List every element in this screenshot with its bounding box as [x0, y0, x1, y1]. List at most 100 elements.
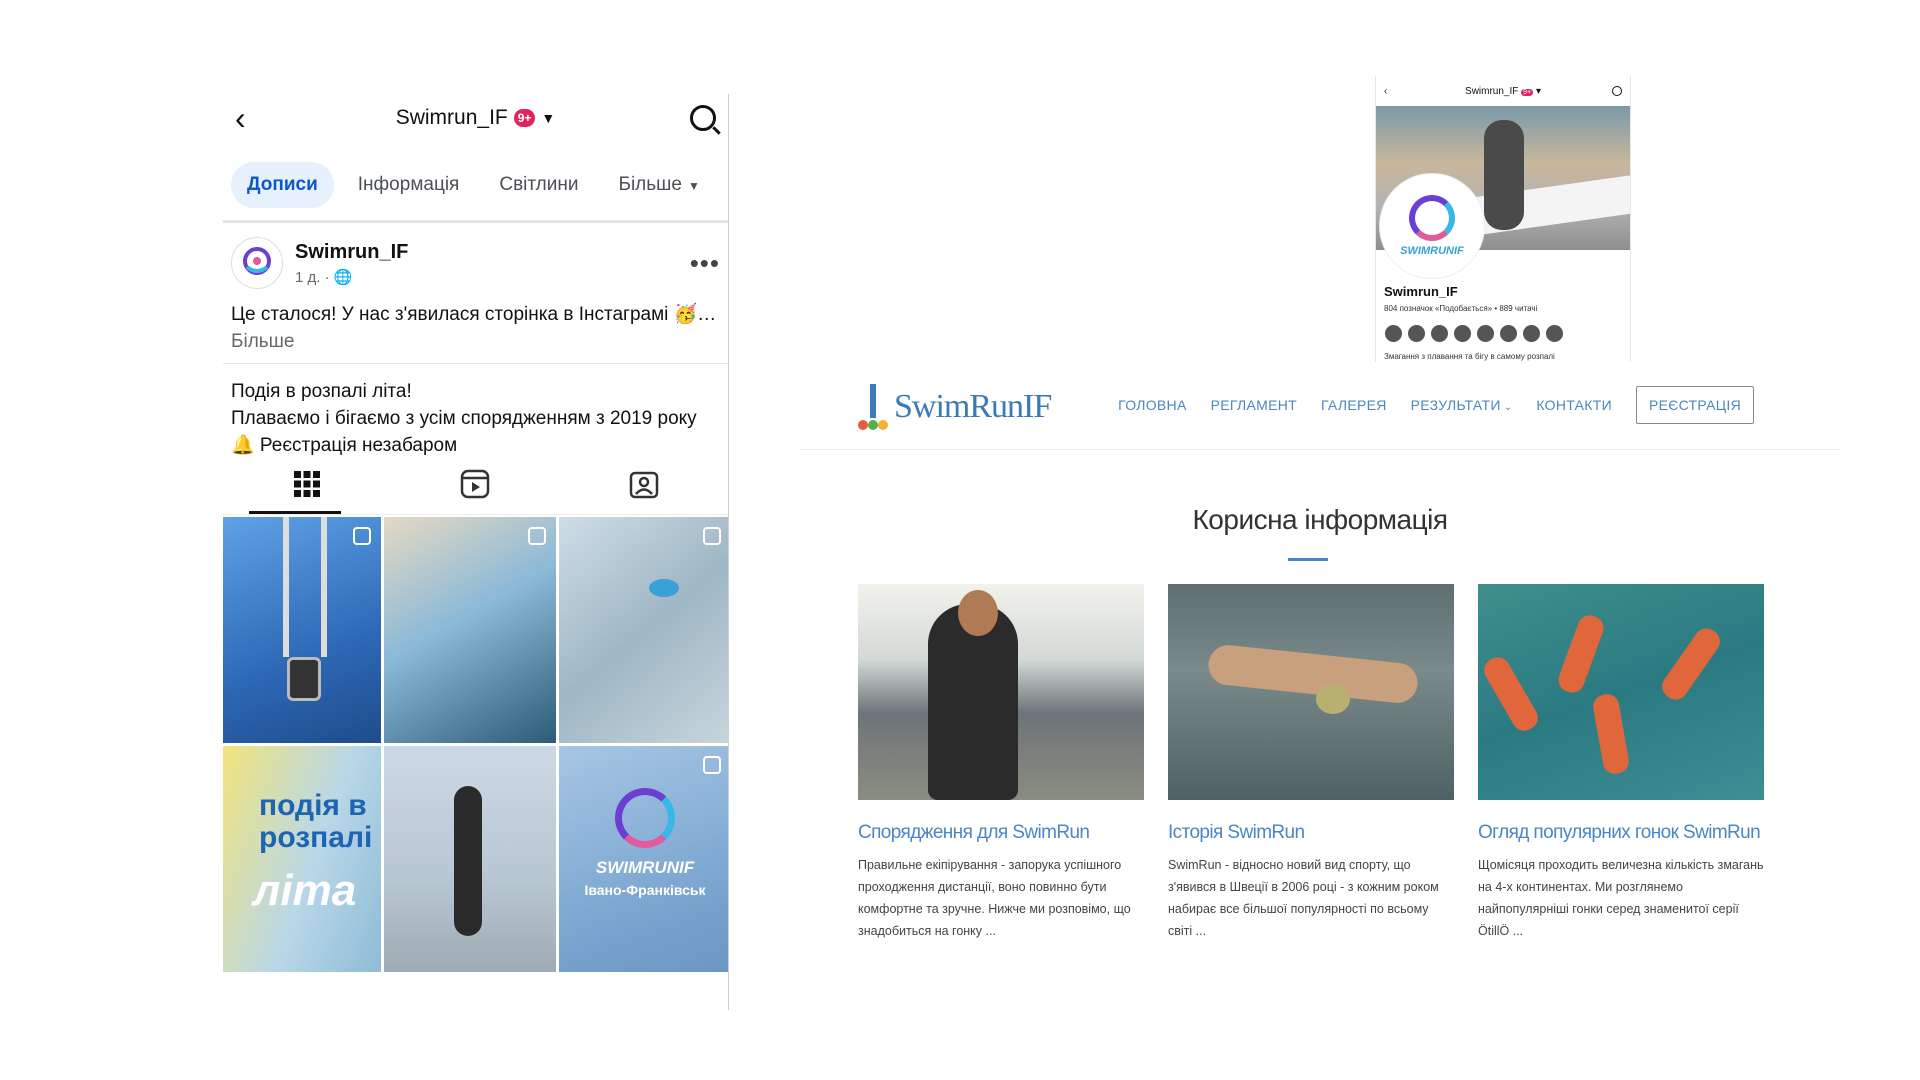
- finisher-figure: [1484, 120, 1524, 230]
- caret-down-icon: ▾: [1535, 85, 1541, 97]
- follower-avatar[interactable]: [1522, 324, 1541, 343]
- logo-dot: [858, 420, 868, 430]
- article-excerpt: Правильне екіпірування - запорука успішн…: [858, 858, 1131, 938]
- tab-posts[interactable]: Дописи: [231, 162, 334, 208]
- follower-avatar[interactable]: [1430, 324, 1449, 343]
- article-card[interactable]: Історія SwimRun SwimRun - відносно новий…: [1168, 584, 1454, 942]
- follower-avatars: [1384, 324, 1564, 343]
- profile-stats: 804 позначок «Подобається» • 889 читачі: [1384, 304, 1538, 313]
- instagram-title-text: Swimrun_IF: [1465, 85, 1519, 97]
- grid-icon[interactable]: [290, 467, 324, 501]
- post-body: Це сталося! У нас з'явилася сторінка в І…: [231, 304, 717, 325]
- article-excerpt: SwimRun - відносно новий вид спорту, що …: [1168, 858, 1439, 938]
- article-excerpt: Щомісяця проходить величезна кількість з…: [1478, 858, 1764, 938]
- composite-canvas: ‹ Swimrun_IF 9+ ▼ Дописи Інформація Світ…: [0, 0, 1920, 1080]
- poster-line-3: літа: [253, 866, 357, 915]
- grid-tile-swimmers[interactable]: [384, 517, 556, 743]
- medal-image: [287, 657, 321, 701]
- follower-avatar[interactable]: [1545, 324, 1564, 343]
- reels-icon[interactable]: [458, 467, 492, 501]
- logo-brand-text: SWIMRUNIF: [595, 858, 695, 877]
- profile-bio: Змагання з плавання та бігу в самому роз…: [1384, 352, 1555, 361]
- follower-avatar[interactable]: [1453, 324, 1472, 343]
- menu-item-results-label: РЕЗУЛЬТАТИ: [1410, 397, 1501, 413]
- avatar[interactable]: [231, 237, 283, 289]
- menu-item-gallery[interactable]: ГАЛЕРЕЯ: [1321, 397, 1387, 413]
- menu-item-home[interactable]: ГОЛОВНА: [1118, 397, 1187, 413]
- post-time: 1 д. ·: [295, 268, 334, 286]
- tagged-glyph: [629, 471, 659, 499]
- tagged-icon[interactable]: [627, 467, 661, 501]
- article-cards: Спорядження для SwimRun Правильне екіпір…: [858, 584, 1764, 942]
- photo-grid: подія в розпалі літа SWIMRUNIF Івано-Фран…: [223, 517, 728, 972]
- post-meta: 1 д. · 🌐: [295, 268, 408, 286]
- menu-item-rules[interactable]: РЕГЛАМЕНТ: [1211, 397, 1297, 413]
- event-line-2: Плаваємо і бігаємо з усім спорядженням з…: [231, 408, 697, 429]
- poster-line-1: подія в розпалі: [259, 790, 372, 854]
- caret-down-icon[interactable]: ▼: [541, 110, 555, 126]
- article-image[interactable]: [1478, 584, 1764, 800]
- article-title[interactable]: Спорядження для SwimRun: [858, 822, 1144, 844]
- medal-ribbon: [283, 517, 327, 657]
- see-more-link[interactable]: Більше: [231, 331, 295, 352]
- menu-item-contacts[interactable]: КОНТАКТИ: [1536, 397, 1612, 413]
- tab-more[interactable]: Більше ▼: [602, 162, 715, 208]
- article-image[interactable]: [1168, 584, 1454, 800]
- athlete-head: [958, 590, 998, 636]
- menu-item-results[interactable]: РЕЗУЛЬТАТИ ⌄: [1411, 397, 1513, 413]
- poster-line-1-text: подія в: [259, 789, 367, 822]
- tab-info[interactable]: Інформація: [342, 162, 476, 208]
- article-title[interactable]: Історія SwimRun: [1168, 822, 1454, 844]
- follower-avatar[interactable]: [1407, 324, 1426, 343]
- swimmer-figure: [1555, 611, 1607, 697]
- back-arrow-icon[interactable]: ‹: [235, 100, 265, 137]
- event-line-3: 🔔 Реєстрація незабаром: [231, 435, 458, 456]
- page-title[interactable]: Swimrun_IF 9+ ▼: [223, 106, 728, 130]
- swimrun-logo-icon: [243, 247, 271, 275]
- multi-photo-icon: [353, 527, 371, 545]
- article-card[interactable]: Огляд популярних гонок SwimRun Щомісяця …: [1478, 584, 1764, 942]
- reel-icon: [703, 527, 721, 545]
- follower-avatar[interactable]: [1499, 324, 1518, 343]
- logo-dot: [868, 420, 878, 430]
- instagram-top-bar: ‹ Swimrun_IF 9+ ▾: [1376, 76, 1630, 106]
- search-icon[interactable]: [690, 105, 716, 131]
- page-tabs: Дописи Інформація Світлини Більше ▼: [223, 142, 728, 223]
- swimrun-logo-icon: [615, 788, 675, 848]
- swimmer-figure: [1479, 652, 1543, 736]
- swimmer-cap: [1316, 684, 1350, 714]
- website-screen: SwimRunIF ГОЛОВНА РЕГЛАМЕНТ ГАЛЕРЕЯ РЕЗУ…: [800, 372, 1840, 972]
- instagram-title[interactable]: Swimrun_IF 9+ ▾: [1376, 86, 1630, 97]
- page-title-text: Swimrun_IF: [395, 106, 508, 129]
- avatar[interactable]: SWIMRUNIF: [1380, 174, 1484, 278]
- tab-more-label: Більше: [618, 174, 682, 195]
- grid-tile-medal[interactable]: [223, 517, 381, 743]
- runner-figure: [454, 786, 482, 936]
- logo-mark-icon: [858, 384, 888, 430]
- reels-glyph: [461, 469, 490, 499]
- grid-tile-swimming[interactable]: [559, 517, 728, 743]
- logo-city-text: Івано-Франківськ: [584, 882, 706, 898]
- follower-avatar[interactable]: [1384, 324, 1403, 343]
- chevron-down-icon: ⌄: [1503, 402, 1513, 413]
- tab-photos[interactable]: Світлини: [483, 162, 594, 208]
- grid-tile-event-poster[interactable]: подія в розпалі літа: [223, 746, 381, 972]
- swimmer-figure: [1206, 643, 1420, 705]
- instagram-profile-preview: ‹ Swimrun_IF 9+ ▾ SWIMRUNIF Swimrun_IF 8…: [1375, 76, 1631, 362]
- notification-badge: 9+: [513, 109, 536, 127]
- event-line-1: Подія в розпалі літа!: [231, 381, 412, 402]
- main-menu: ГОЛОВНА РЕГЛАМЕНТ ГАЛЕРЕЯ РЕЗУЛЬТАТИ ⌄ КО…: [1118, 386, 1754, 424]
- register-button[interactable]: РЕЄСТРАЦІЯ: [1635, 386, 1754, 424]
- article-title[interactable]: Огляд популярних гонок SwimRun: [1478, 822, 1764, 844]
- site-logo[interactable]: SwimRunIF: [858, 384, 1052, 430]
- swimmer-figure: [1657, 623, 1725, 705]
- post-author[interactable]: Swimrun_IF: [295, 241, 408, 264]
- more-options-icon[interactable]: •••: [690, 248, 720, 279]
- grid-tile-runner[interactable]: [384, 746, 556, 972]
- article-card[interactable]: Спорядження для SwimRun Правильне екіпір…: [858, 584, 1144, 942]
- follower-avatar[interactable]: [1476, 324, 1495, 343]
- grid-tile-logo[interactable]: SWIMRUNIF Івано-Франківськ: [559, 746, 728, 972]
- swimmer-figure: [1591, 692, 1631, 776]
- article-image[interactable]: [858, 584, 1144, 800]
- post-header: Swimrun_IF 1 д. · 🌐 •••: [223, 223, 728, 297]
